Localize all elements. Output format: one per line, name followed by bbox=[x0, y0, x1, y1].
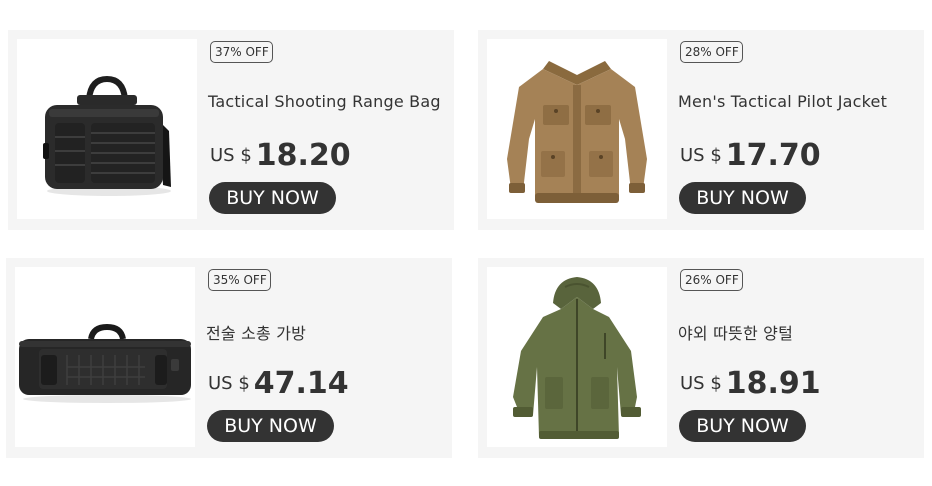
product-image-range-bag[interactable] bbox=[17, 39, 197, 219]
price-currency: US $ bbox=[210, 145, 252, 166]
price: US $18.20 bbox=[210, 138, 351, 173]
rifle-bag-image bbox=[19, 323, 191, 403]
price-currency: US $ bbox=[208, 373, 250, 394]
product-card[interactable]: 26% OFF 야외 따뜻한 양털 US $18.91 BUY NOW bbox=[478, 258, 924, 458]
product-grid: 37% OFF Tactical Shooting Range Bag US $… bbox=[0, 0, 932, 486]
discount-badge: 28% OFF bbox=[680, 41, 743, 63]
price-amount: 18.91 bbox=[725, 366, 821, 401]
price-amount: 17.70 bbox=[725, 138, 821, 173]
product-card[interactable]: 37% OFF Tactical Shooting Range Bag US $… bbox=[8, 30, 454, 230]
product-image-pilot-jacket[interactable] bbox=[487, 39, 667, 219]
range-bag-image bbox=[43, 75, 171, 196]
buy-now-button[interactable]: BUY NOW bbox=[679, 410, 806, 442]
pilot-jacket-image bbox=[507, 61, 647, 203]
product-card[interactable]: 28% OFF Men's Tactical Pilot Jacket US $… bbox=[478, 30, 924, 230]
product-name[interactable]: 전술 소총 가방 bbox=[206, 320, 306, 344]
price: US $47.14 bbox=[208, 366, 349, 401]
discount-badge: 26% OFF bbox=[680, 269, 743, 291]
price: US $18.91 bbox=[680, 366, 821, 401]
product-name[interactable]: 야외 따뜻한 양털 bbox=[678, 320, 793, 344]
discount-badge: 37% OFF bbox=[210, 41, 273, 63]
buy-now-button[interactable]: BUY NOW bbox=[209, 182, 336, 214]
product-image-fleece-jacket[interactable] bbox=[487, 267, 667, 447]
fleece-jacket-image bbox=[513, 277, 641, 439]
product-image-rifle-bag[interactable] bbox=[15, 267, 195, 447]
buy-now-button[interactable]: BUY NOW bbox=[679, 182, 806, 214]
price-currency: US $ bbox=[680, 145, 722, 166]
price-amount: 18.20 bbox=[255, 138, 351, 173]
buy-now-button[interactable]: BUY NOW bbox=[207, 410, 334, 442]
discount-badge: 35% OFF bbox=[208, 269, 271, 291]
product-card[interactable]: 35% OFF 전술 소총 가방 US $47.14 BUY NOW bbox=[6, 258, 452, 458]
product-name[interactable]: Men's Tactical Pilot Jacket bbox=[678, 92, 887, 111]
price-amount: 47.14 bbox=[253, 366, 349, 401]
price-currency: US $ bbox=[680, 373, 722, 394]
price: US $17.70 bbox=[680, 138, 821, 173]
product-name[interactable]: Tactical Shooting Range Bag bbox=[208, 92, 441, 111]
